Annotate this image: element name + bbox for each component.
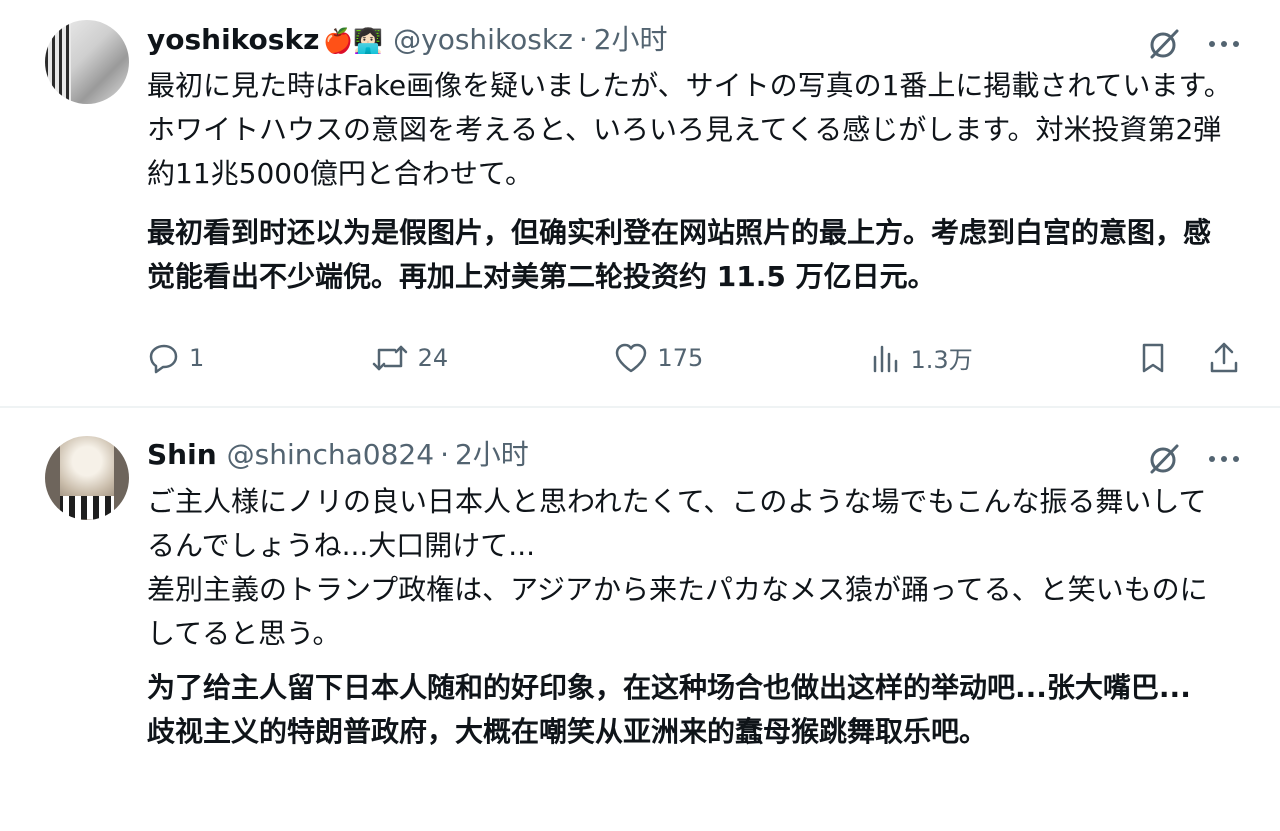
views-icon bbox=[869, 341, 903, 375]
tweet-header: yoshikoskz 🍎👩🏻‍💻 @yoshikoskz · 2小时 bbox=[147, 22, 668, 59]
like-count: 175 bbox=[657, 343, 704, 372]
like-button[interactable]: 175 bbox=[613, 341, 703, 375]
tweet-header: Shin @shincha0824 · 2小时 bbox=[147, 437, 529, 473]
tweet-actions: 1 24 175 1.3万 bbox=[147, 340, 1240, 375]
tweet-top-actions bbox=[1146, 26, 1240, 62]
tweet-text-japanese: ご主人様にノリの良い日本人と思われたくて、このような場でもこんな振る舞いしてるん… bbox=[147, 480, 1232, 656]
separator-dot: · bbox=[440, 438, 449, 471]
bookmark-icon bbox=[1138, 341, 1168, 375]
share-button[interactable] bbox=[1208, 341, 1240, 375]
reply-icon bbox=[147, 341, 181, 375]
timestamp[interactable]: 2小时 bbox=[455, 437, 529, 473]
like-icon bbox=[613, 341, 649, 375]
views-count: 1.3万 bbox=[910, 346, 973, 374]
tweet-text-cn: 最初看到时还以为是假图片，但确实利登在网站照片的最上方。考虑到白宫的意图，感觉能… bbox=[147, 216, 1212, 293]
tweet-text-japanese: 最初に見た時はFake画像を疑いましたが、サイトの写真の1番上に掲載されています… bbox=[147, 64, 1232, 196]
more-icon[interactable] bbox=[1208, 39, 1240, 49]
reply-button[interactable]: 1 bbox=[147, 341, 204, 375]
display-name[interactable]: Shin bbox=[147, 437, 217, 473]
handle[interactable]: @shincha0824 bbox=[227, 437, 434, 473]
separator-dot: · bbox=[578, 23, 588, 56]
display-name[interactable]: yoshikoskz bbox=[147, 22, 319, 58]
handle[interactable]: @yoshikoskz bbox=[393, 22, 573, 58]
tweet-text-chinese: 为了给主人留下日本人随和的好印象，在这种场合也做出这样的举动吧...张大嘴巴..… bbox=[147, 666, 1232, 754]
grok-icon[interactable] bbox=[1146, 26, 1182, 62]
reply-count: 1 bbox=[189, 343, 205, 372]
tweet-text-chinese: 最初看到时还以为是假图片，但确实利登在网站照片的最上方。考虑到白宫的意图，感觉能… bbox=[147, 211, 1232, 299]
tweet-card[interactable]: yoshikoskz 🍎👩🏻‍💻 @yoshikoskz · 2小时 最初に見た… bbox=[0, 0, 1280, 408]
bookmark-share-group bbox=[1138, 341, 1240, 375]
tweet-text-jp-line-1: ご主人様にノリの良い日本人と思われたくて、このような場でもこんな振る舞いしてるん… bbox=[147, 485, 1207, 562]
tweet-card[interactable]: Shin @shincha0824 · 2小时 ご主人様にノリの良い日本人と思わ… bbox=[0, 408, 1280, 831]
emoji-badge: 🍎👩🏻‍💻 bbox=[323, 27, 384, 55]
tweet-top-actions bbox=[1146, 441, 1240, 477]
avatar[interactable] bbox=[45, 20, 129, 104]
repost-icon bbox=[370, 341, 410, 375]
repost-count: 24 bbox=[417, 343, 449, 372]
more-icon[interactable] bbox=[1208, 454, 1240, 464]
repost-button[interactable]: 24 bbox=[370, 341, 449, 375]
tweet-text-jp-line-2: 差別主義のトランプ政権は、アジアから来たパカなメス猿が踊ってる、と笑いものにして… bbox=[147, 573, 1208, 650]
views-button[interactable]: 1.3万 bbox=[869, 340, 973, 375]
bookmark-button[interactable] bbox=[1138, 341, 1168, 375]
tweet-text-cn-line-1: 为了给主人留下日本人随和的好印象，在这种场合也做出这样的举动吧...张大嘴巴..… bbox=[147, 671, 1191, 704]
timestamp[interactable]: 2小时 bbox=[594, 22, 668, 58]
avatar[interactable] bbox=[45, 436, 129, 520]
grok-icon[interactable] bbox=[1146, 441, 1182, 477]
tweet-text-cn-line-2: 歧视主义的特朗普政府，大概在嘲笑从亚洲来的蠢母猴跳舞取乐吧。 bbox=[147, 715, 988, 748]
tweet-text-jp: 最初に見た時はFake画像を疑いましたが、サイトの写真の1番上に掲載されています… bbox=[147, 69, 1232, 190]
share-icon bbox=[1208, 341, 1240, 375]
